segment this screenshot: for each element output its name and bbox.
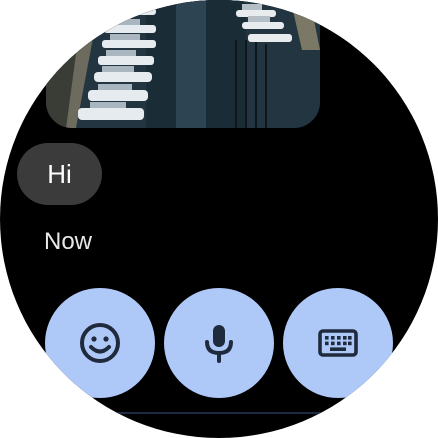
message-timestamp: Now [44, 228, 93, 255]
emoji-button[interactable] [45, 288, 155, 398]
message-text: Hi [47, 159, 72, 189]
keyboard-button[interactable] [283, 288, 393, 398]
voice-input-button[interactable] [164, 288, 274, 398]
marina-photo [46, 0, 320, 128]
message-bubble[interactable]: Hi [17, 143, 102, 205]
mic-icon [205, 325, 233, 363]
bottom-divider [110, 412, 328, 414]
image-message[interactable] [46, 0, 320, 128]
emoji-icon [80, 323, 120, 363]
keyboard-icon [318, 329, 358, 357]
watch-screen: Hi Now [0, 0, 438, 438]
